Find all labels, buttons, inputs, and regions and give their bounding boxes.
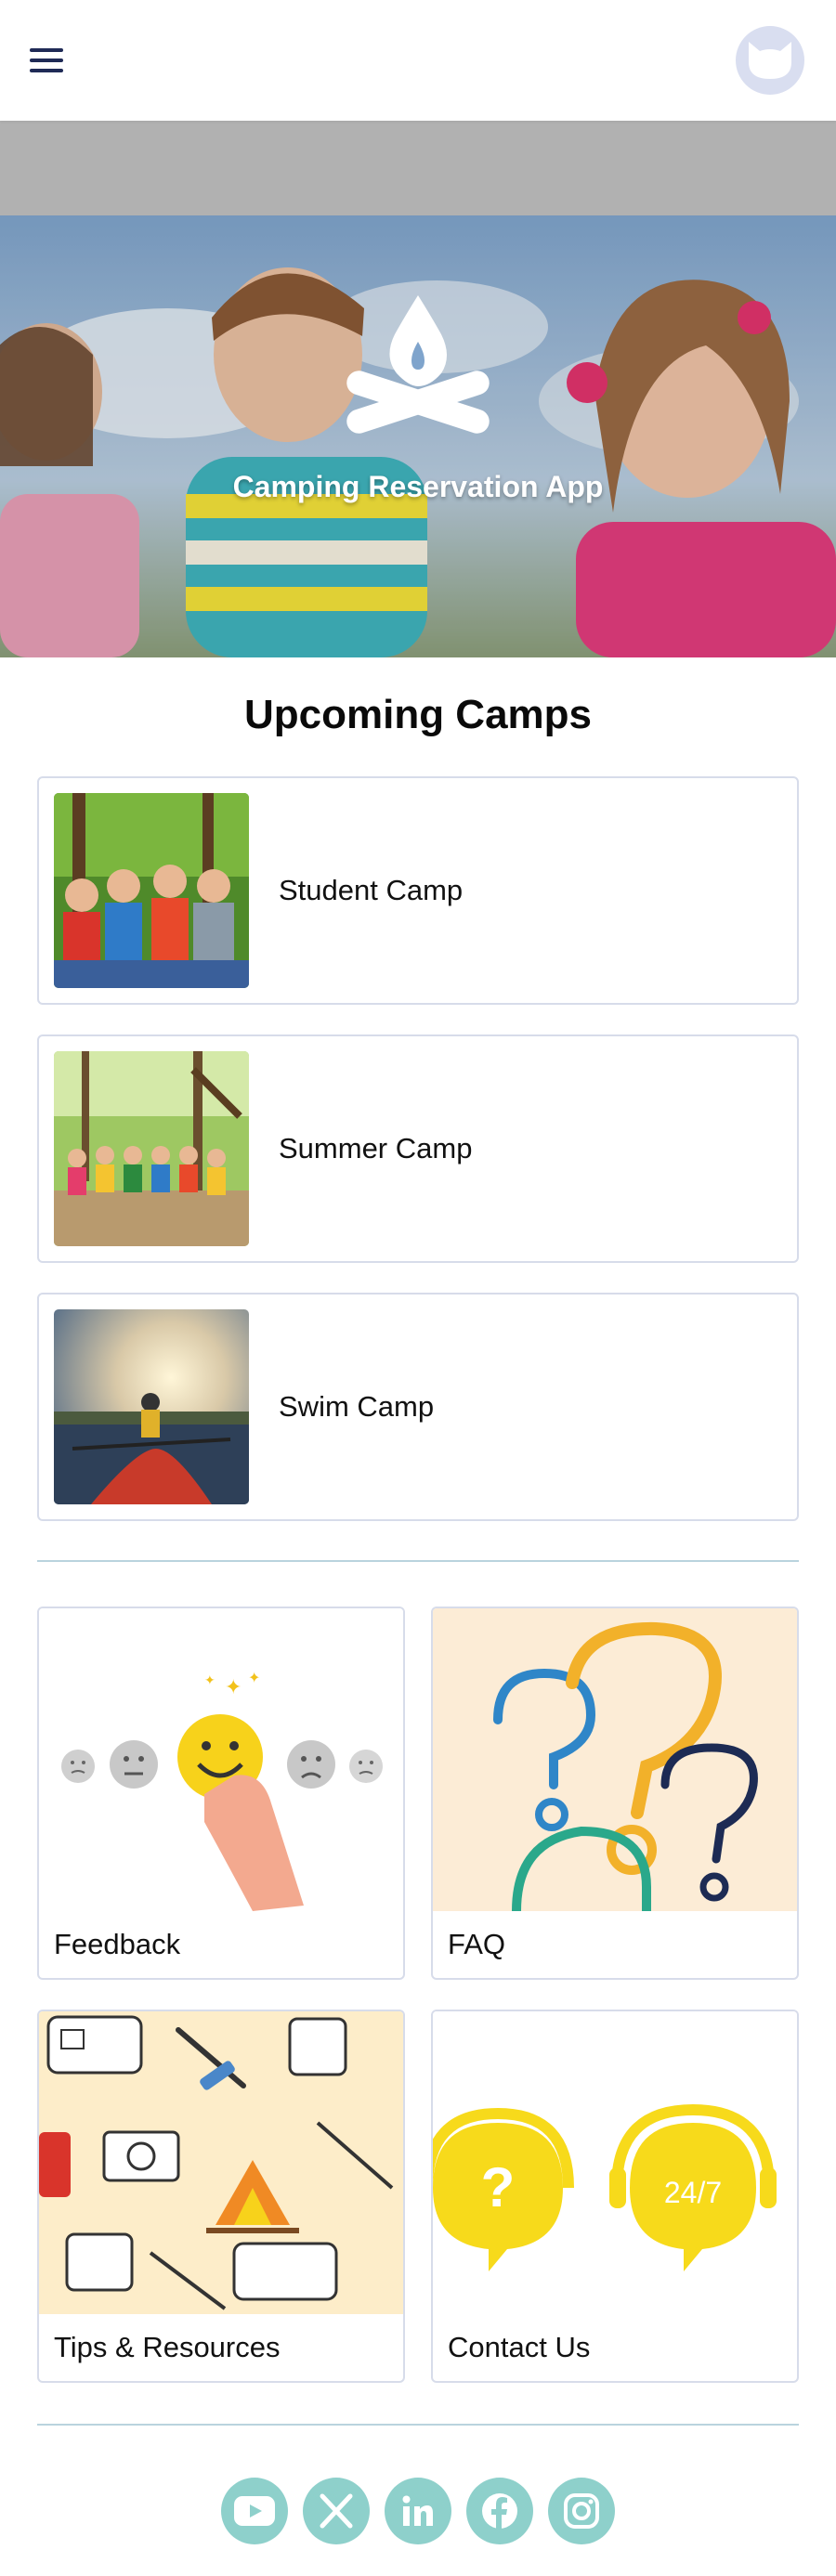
svg-text:✦: ✦ [204, 1673, 216, 1688]
support-badge-text: 24/7 [664, 2176, 722, 2209]
facebook-icon[interactable] [466, 2478, 533, 2544]
tips-resources-tile[interactable]: Tips & Resources [37, 2010, 405, 2383]
kids-in-forest-photo [54, 793, 249, 988]
instagram-icon[interactable] [548, 2478, 615, 2544]
support-headset-illustration: ? 24/7 [433, 2011, 797, 2314]
camp-card-summer[interactable]: Summer Camp [37, 1034, 799, 1263]
cat-avatar-icon[interactable] [736, 26, 804, 95]
faq-tile[interactable]: FAQ [431, 1607, 799, 1980]
app-title: Camping Reservation App [232, 470, 604, 503]
tile-label: FAQ [448, 1928, 506, 1960]
svg-text:✦: ✦ [225, 1676, 242, 1699]
tile-label: Contact Us [448, 2331, 591, 2363]
upcoming-camps-heading: Upcoming Camps [243, 692, 593, 737]
loading-banner [0, 121, 836, 215]
youtube-icon[interactable] [221, 2478, 288, 2544]
camp-card-student[interactable]: Student Camp [37, 776, 799, 1005]
campfire-icon [339, 290, 497, 443]
smiley-rating-illustration: ✦ ✦ ✦ [39, 1608, 403, 1911]
camp-card-swim[interactable]: Swim Camp [37, 1293, 799, 1521]
camp-card-label: Summer Camp [279, 1132, 473, 1164]
camp-card-label: Student Camp [279, 874, 464, 906]
kayak-sunset-photo [54, 1309, 249, 1504]
section-divider [37, 1560, 799, 1562]
svg-text:✦: ✦ [248, 1669, 260, 1686]
group-in-woods-photo [54, 1051, 249, 1246]
contact-us-tile[interactable]: ? 24/7 Contact Us [431, 2010, 799, 2383]
hero-banner: Camping Reservation App [0, 215, 836, 657]
footer-divider [37, 2424, 799, 2426]
social-links [0, 2478, 836, 2544]
top-bar [0, 0, 836, 121]
question-marks-illustration [433, 1608, 797, 1911]
x-icon[interactable] [303, 2478, 370, 2544]
hamburger-menu-icon[interactable] [30, 42, 67, 79]
feedback-tile[interactable]: ✦ ✦ ✦ Feedback [37, 1607, 405, 1980]
tile-label: Tips & Resources [54, 2331, 281, 2363]
linkedin-icon[interactable] [385, 2478, 451, 2544]
svg-text:?: ? [481, 2156, 516, 2218]
camping-pattern-illustration [39, 2011, 403, 2314]
tile-label: Feedback [54, 1928, 181, 1960]
camp-card-label: Swim Camp [279, 1390, 435, 1423]
